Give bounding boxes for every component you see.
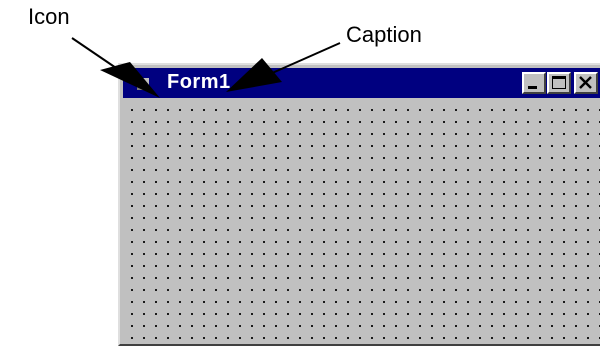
form-app-icon[interactable] — [132, 74, 152, 92]
maximize-button[interactable] — [547, 72, 571, 94]
close-icon — [579, 76, 592, 89]
icon-callout-label: Icon — [28, 4, 70, 29]
close-button[interactable] — [574, 72, 598, 94]
title-bar[interactable]: Form1 — [123, 68, 600, 98]
form-window[interactable]: Form1 — [118, 63, 600, 346]
minimize-icon — [528, 86, 537, 89]
window-title: Form1 — [167, 71, 231, 93]
icon-arrow-shaft — [71, 37, 123, 73]
form-design-grid[interactable] — [123, 101, 600, 341]
minimize-button[interactable] — [522, 72, 546, 94]
caption-callout-label: Caption — [346, 22, 422, 47]
maximize-icon — [552, 76, 566, 89]
